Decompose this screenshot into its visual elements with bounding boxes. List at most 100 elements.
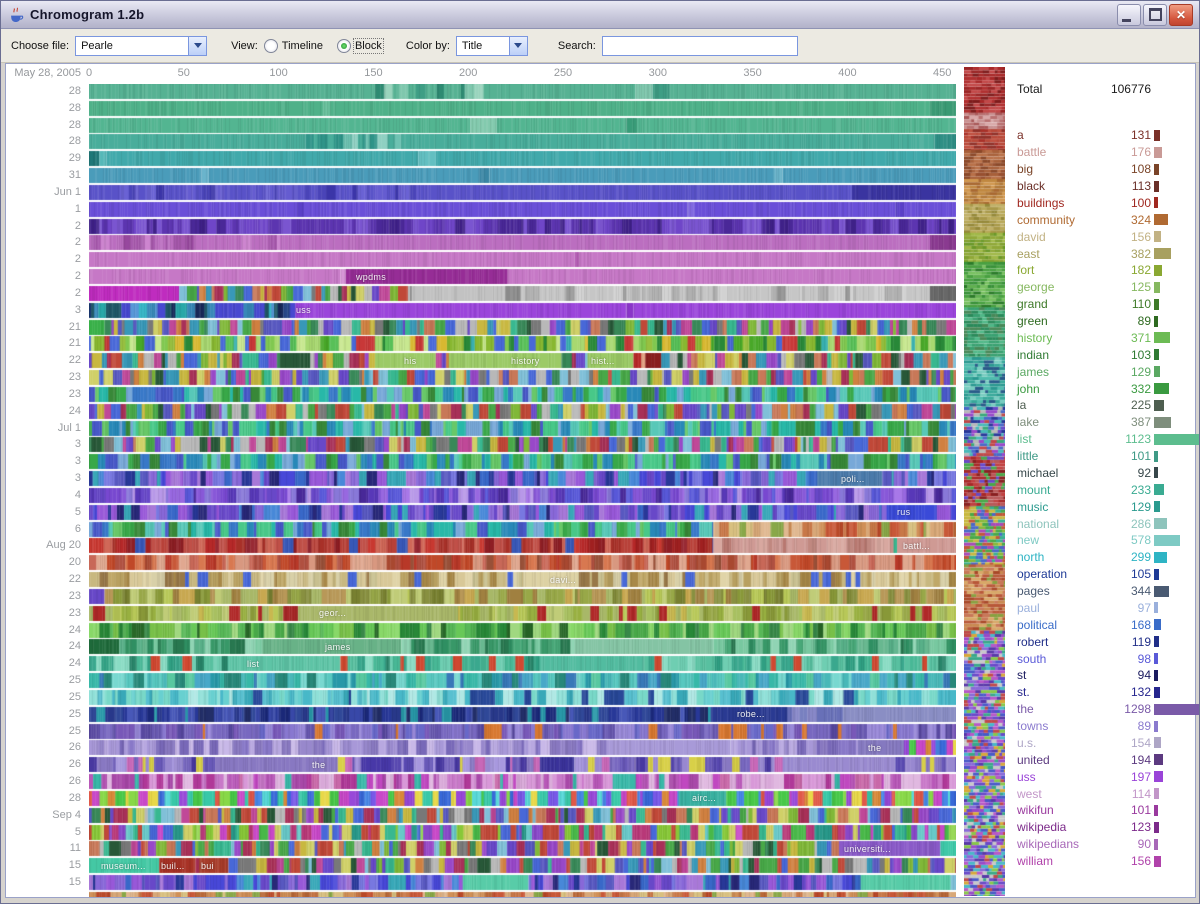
word-count: 371 bbox=[1101, 331, 1151, 345]
word-label: national bbox=[1009, 517, 1101, 531]
row-date-label: 15 bbox=[1, 876, 81, 888]
word-count: 119 bbox=[1101, 635, 1151, 649]
row-date-label: 5 bbox=[1, 506, 81, 518]
word-count: 168 bbox=[1101, 618, 1151, 632]
word-count: 156 bbox=[1101, 854, 1151, 868]
color-by-combobox[interactable]: Title bbox=[456, 36, 528, 56]
word-row[interactable]: lake387 bbox=[1009, 414, 1193, 431]
word-row[interactable]: william156 bbox=[1009, 853, 1193, 870]
maximize-icon bbox=[1149, 8, 1162, 21]
word-row[interactable]: st94 bbox=[1009, 667, 1193, 684]
block-title-label: rus bbox=[897, 507, 910, 517]
overview-strip-canvas[interactable] bbox=[964, 67, 1005, 896]
axis-tick: 350 bbox=[743, 67, 761, 79]
minimize-button[interactable] bbox=[1117, 4, 1141, 26]
word-row[interactable]: new578 bbox=[1009, 532, 1193, 549]
word-label: south bbox=[1009, 652, 1101, 666]
word-row[interactable]: st.132 bbox=[1009, 684, 1193, 701]
word-row[interactable]: music129 bbox=[1009, 498, 1193, 515]
word-row[interactable]: history371 bbox=[1009, 330, 1193, 347]
word-list: a131battle176big108black113buildings100c… bbox=[1009, 127, 1193, 870]
radio-block[interactable]: Block bbox=[337, 39, 382, 53]
word-row[interactable]: james129 bbox=[1009, 363, 1193, 380]
close-button[interactable]: ✕ bbox=[1169, 4, 1193, 26]
word-row[interactable]: john332 bbox=[1009, 380, 1193, 397]
word-row[interactable]: political168 bbox=[1009, 616, 1193, 633]
word-row[interactable]: west114 bbox=[1009, 785, 1193, 802]
word-row[interactable]: la225 bbox=[1009, 397, 1193, 414]
word-row[interactable]: operation105 bbox=[1009, 566, 1193, 583]
search-input[interactable] bbox=[602, 36, 798, 56]
block-title-label: universiti... bbox=[844, 844, 891, 854]
word-row[interactable]: united194 bbox=[1009, 751, 1193, 768]
block-title-label: the bbox=[868, 743, 881, 753]
color-by-combobox-value: Title bbox=[457, 37, 509, 55]
word-row[interactable]: list1123 bbox=[1009, 431, 1193, 448]
block-title-label: the bbox=[312, 760, 325, 770]
word-row[interactable]: east382 bbox=[1009, 245, 1193, 262]
row-date-label: 29 bbox=[1, 152, 81, 164]
word-row[interactable]: wikipedians90 bbox=[1009, 836, 1193, 853]
block-title-label: poli... bbox=[841, 474, 865, 484]
word-row[interactable]: towns89 bbox=[1009, 718, 1193, 735]
word-row[interactable]: pages344 bbox=[1009, 583, 1193, 600]
chromogram-blocks-canvas[interactable] bbox=[89, 84, 956, 897]
word-row[interactable]: george125 bbox=[1009, 279, 1193, 296]
block-title-label: wpdms bbox=[356, 272, 386, 282]
word-row[interactable]: wikifun101 bbox=[1009, 802, 1193, 819]
word-row[interactable]: robert119 bbox=[1009, 633, 1193, 650]
word-row[interactable]: black113 bbox=[1009, 178, 1193, 195]
word-count: 197 bbox=[1101, 770, 1151, 784]
word-count: 154 bbox=[1101, 736, 1151, 750]
maximize-button[interactable] bbox=[1143, 4, 1167, 26]
word-row[interactable]: wikipedia123 bbox=[1009, 819, 1193, 836]
word-frequency-bar bbox=[1154, 687, 1160, 698]
word-row[interactable]: south98 bbox=[1009, 650, 1193, 667]
word-count: 108 bbox=[1101, 162, 1151, 176]
word-row[interactable]: battle176 bbox=[1009, 144, 1193, 161]
word-count: 324 bbox=[1101, 213, 1151, 227]
word-row[interactable]: david156 bbox=[1009, 228, 1193, 245]
chevron-down-icon[interactable] bbox=[509, 37, 527, 55]
word-frequency-bar bbox=[1154, 839, 1158, 850]
word-row[interactable]: fort182 bbox=[1009, 262, 1193, 279]
row-date-label: 21 bbox=[1, 337, 81, 349]
search-label: Search: bbox=[558, 40, 596, 52]
row-date-label: 28 bbox=[1, 119, 81, 131]
view-label: View: bbox=[231, 40, 258, 52]
word-count: 97 bbox=[1101, 601, 1151, 615]
word-row[interactable]: indian103 bbox=[1009, 346, 1193, 363]
word-row[interactable]: national286 bbox=[1009, 515, 1193, 532]
chevron-down-icon[interactable] bbox=[188, 37, 206, 55]
word-count: 387 bbox=[1101, 415, 1151, 429]
file-combobox[interactable]: Pearle bbox=[75, 36, 207, 56]
radio-timeline[interactable]: Timeline bbox=[264, 39, 323, 53]
word-row[interactable]: uss197 bbox=[1009, 768, 1193, 785]
word-count: 1123 bbox=[1101, 432, 1151, 446]
word-label: wikipedia bbox=[1009, 820, 1101, 834]
word-frequency-bar bbox=[1154, 552, 1167, 563]
word-row[interactable]: grand110 bbox=[1009, 296, 1193, 313]
word-row[interactable]: paul97 bbox=[1009, 600, 1193, 617]
row-date-label: 28 bbox=[1, 102, 81, 114]
word-label: mount bbox=[1009, 483, 1101, 497]
row-date-label: Sep 4 bbox=[1, 809, 81, 821]
word-row[interactable]: buildings100 bbox=[1009, 195, 1193, 212]
word-row[interactable]: big108 bbox=[1009, 161, 1193, 178]
row-date-label: 11 bbox=[1, 842, 81, 854]
row-date-label: 3 bbox=[1, 438, 81, 450]
word-frequency-bar bbox=[1154, 417, 1171, 428]
word-frequency-bar bbox=[1154, 316, 1158, 327]
word-row[interactable]: mount233 bbox=[1009, 481, 1193, 498]
row-date-label: 3 bbox=[1, 455, 81, 467]
word-row[interactable]: the1298 bbox=[1009, 701, 1193, 718]
word-row[interactable]: community324 bbox=[1009, 211, 1193, 228]
word-row[interactable]: a131 bbox=[1009, 127, 1193, 144]
word-frequency-bar bbox=[1154, 619, 1161, 630]
word-row[interactable]: north299 bbox=[1009, 549, 1193, 566]
word-row[interactable]: michael92 bbox=[1009, 465, 1193, 482]
word-row[interactable]: little101 bbox=[1009, 448, 1193, 465]
word-row[interactable]: green89 bbox=[1009, 313, 1193, 330]
word-label: wikipedians bbox=[1009, 837, 1101, 851]
word-row[interactable]: u.s.154 bbox=[1009, 735, 1193, 752]
